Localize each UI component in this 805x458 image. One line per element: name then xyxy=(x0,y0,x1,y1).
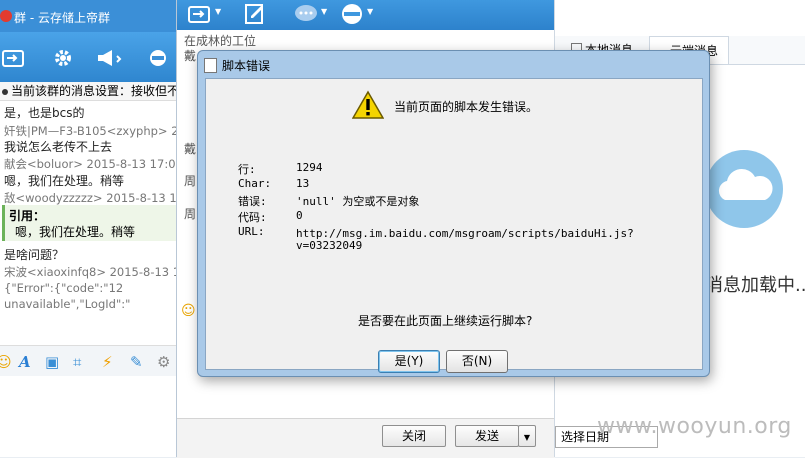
chat-log-line: 戴 xyxy=(184,142,197,156)
cloud-loading-icon xyxy=(705,150,783,228)
app-logo-icon xyxy=(0,10,12,22)
dropdown-arrow-icon[interactable]: ▼ xyxy=(321,7,327,16)
dropdown-arrow-icon[interactable]: ▼ xyxy=(367,7,373,16)
image-icon[interactable]: ▣ xyxy=(45,353,59,371)
font-icon[interactable]: A xyxy=(19,353,31,371)
chat-sender-line: 宋波<xiaoxinfq8> 2015-8-13 17:0 xyxy=(4,265,176,279)
announcement-icon[interactable] xyxy=(96,48,124,68)
emoji-icon[interactable]: ☺ xyxy=(181,303,196,319)
shake-icon[interactable]: ⚡ xyxy=(102,353,113,371)
chat-log-line: 戴 xyxy=(184,49,197,63)
notice-dot-icon xyxy=(2,88,8,95)
line-label: 行: xyxy=(238,163,256,176)
quote-text: 嗯，我们在处理。稍等 xyxy=(15,225,136,239)
chat-log-line: 周 xyxy=(184,174,197,188)
document-icon xyxy=(204,58,217,73)
note-edit-icon[interactable] xyxy=(243,2,269,26)
close-button[interactable]: 关闭 xyxy=(382,425,446,447)
send-options-dropdown[interactable]: ▼ xyxy=(518,425,536,447)
quote-label: 引用： xyxy=(9,209,46,223)
screenshot-crop-icon[interactable]: ⌗ xyxy=(73,353,81,371)
transfer-icon[interactable] xyxy=(187,2,213,26)
dropdown-arrow-icon[interactable]: ▼ xyxy=(215,7,221,16)
dialog-title: 脚本错误 xyxy=(222,59,271,73)
emoji-icon[interactable]: ☺ xyxy=(0,353,12,371)
window-title: 群 - 云存储上帝群 xyxy=(14,11,110,25)
url-label: URL: xyxy=(238,225,265,238)
watermark: www.wooyun.org xyxy=(597,414,792,439)
no-button[interactable]: 否(N) xyxy=(446,350,508,373)
chevron-down-icon: ▼ xyxy=(523,433,531,442)
headset-icon[interactable] xyxy=(339,2,365,26)
dialog-question: 是否要在此页面上继续运行脚本? xyxy=(358,314,533,328)
send-button[interactable]: 发送 xyxy=(455,425,519,447)
error-value: 'null' 为空或不是对象 xyxy=(296,195,420,208)
input-format-bar: ☺ A ▣ ⌗ ⚡ ✎ ⚙ xyxy=(0,345,176,376)
loading-text: 消息加载中... xyxy=(705,275,805,296)
url-value-continued: v=03232049 xyxy=(296,239,363,252)
chat-sender-line: 敌<woodyzzzzz> 2015-8-13 17:08 xyxy=(4,191,176,205)
warning-icon xyxy=(352,90,384,119)
chat-bubble-icon[interactable] xyxy=(293,2,319,26)
chat-message: 我说怎么老传不上去 xyxy=(4,140,113,154)
more-options-icon[interactable] xyxy=(148,48,176,68)
message-toolbar: ▼ ▼ ▼ xyxy=(177,0,555,30)
notice-text: 当前该群的消息设置：接收但不 xyxy=(11,84,176,98)
script-error-dialog: 脚本错误 当前页面的脚本发生错误。 行: 1294 Char: 13 错误: '… xyxy=(197,50,710,377)
chat-message-json: {"Error":{"code":"12 xyxy=(4,281,124,295)
chat-sender-line: 奸铁|PM—F3-B105<zxyphp> 2015 xyxy=(4,124,176,138)
message-setting-notice: 当前该群的消息设置：接收但不 xyxy=(0,82,176,101)
chat-sender-line: 献会<boluor> 2015-8-13 17:08: xyxy=(4,157,176,171)
send-footer: 关闭 发送 ▼ xyxy=(177,418,555,458)
code-value: 0 xyxy=(296,209,303,222)
chat-toolbar xyxy=(0,32,176,82)
settings-gear-icon[interactable] xyxy=(52,48,74,68)
chat-log-line: 周 xyxy=(184,207,197,221)
char-label: Char: xyxy=(238,177,272,190)
quote-block: 引用： 嗯，我们在处理。稍等 xyxy=(2,205,176,241)
share-file-icon[interactable] xyxy=(2,48,24,68)
more-settings-icon[interactable]: ⚙ xyxy=(157,353,170,371)
chat-message: 是，也是bcs的 xyxy=(4,106,85,120)
chat-message: 嗯，我们在处理。稍等 xyxy=(4,174,125,188)
line-value: 1294 xyxy=(296,161,323,174)
code-label: 代码: xyxy=(238,211,267,224)
edit-icon[interactable]: ✎ xyxy=(130,353,143,371)
dialog-body: 当前页面的脚本发生错误。 行: 1294 Char: 13 错误: 'null'… xyxy=(205,78,703,373)
group-chat-window: 群 - 云存储上帝群 当前该群的消息设置：接收但不 是，也是bcs的 奸铁|PM… xyxy=(0,0,176,457)
error-label: 错误: xyxy=(238,195,267,208)
dialog-headline: 当前页面的脚本发生错误。 xyxy=(394,100,539,114)
chat-message: 是啥问题？ xyxy=(4,248,65,262)
message-input-area[interactable] xyxy=(0,376,176,457)
title-bar: 群 - 云存储上帝群 xyxy=(0,0,176,32)
yes-button[interactable]: 是(Y) xyxy=(378,350,440,373)
chat-message-json: unavailable","LogId":" xyxy=(4,297,131,311)
char-value: 13 xyxy=(296,177,310,190)
